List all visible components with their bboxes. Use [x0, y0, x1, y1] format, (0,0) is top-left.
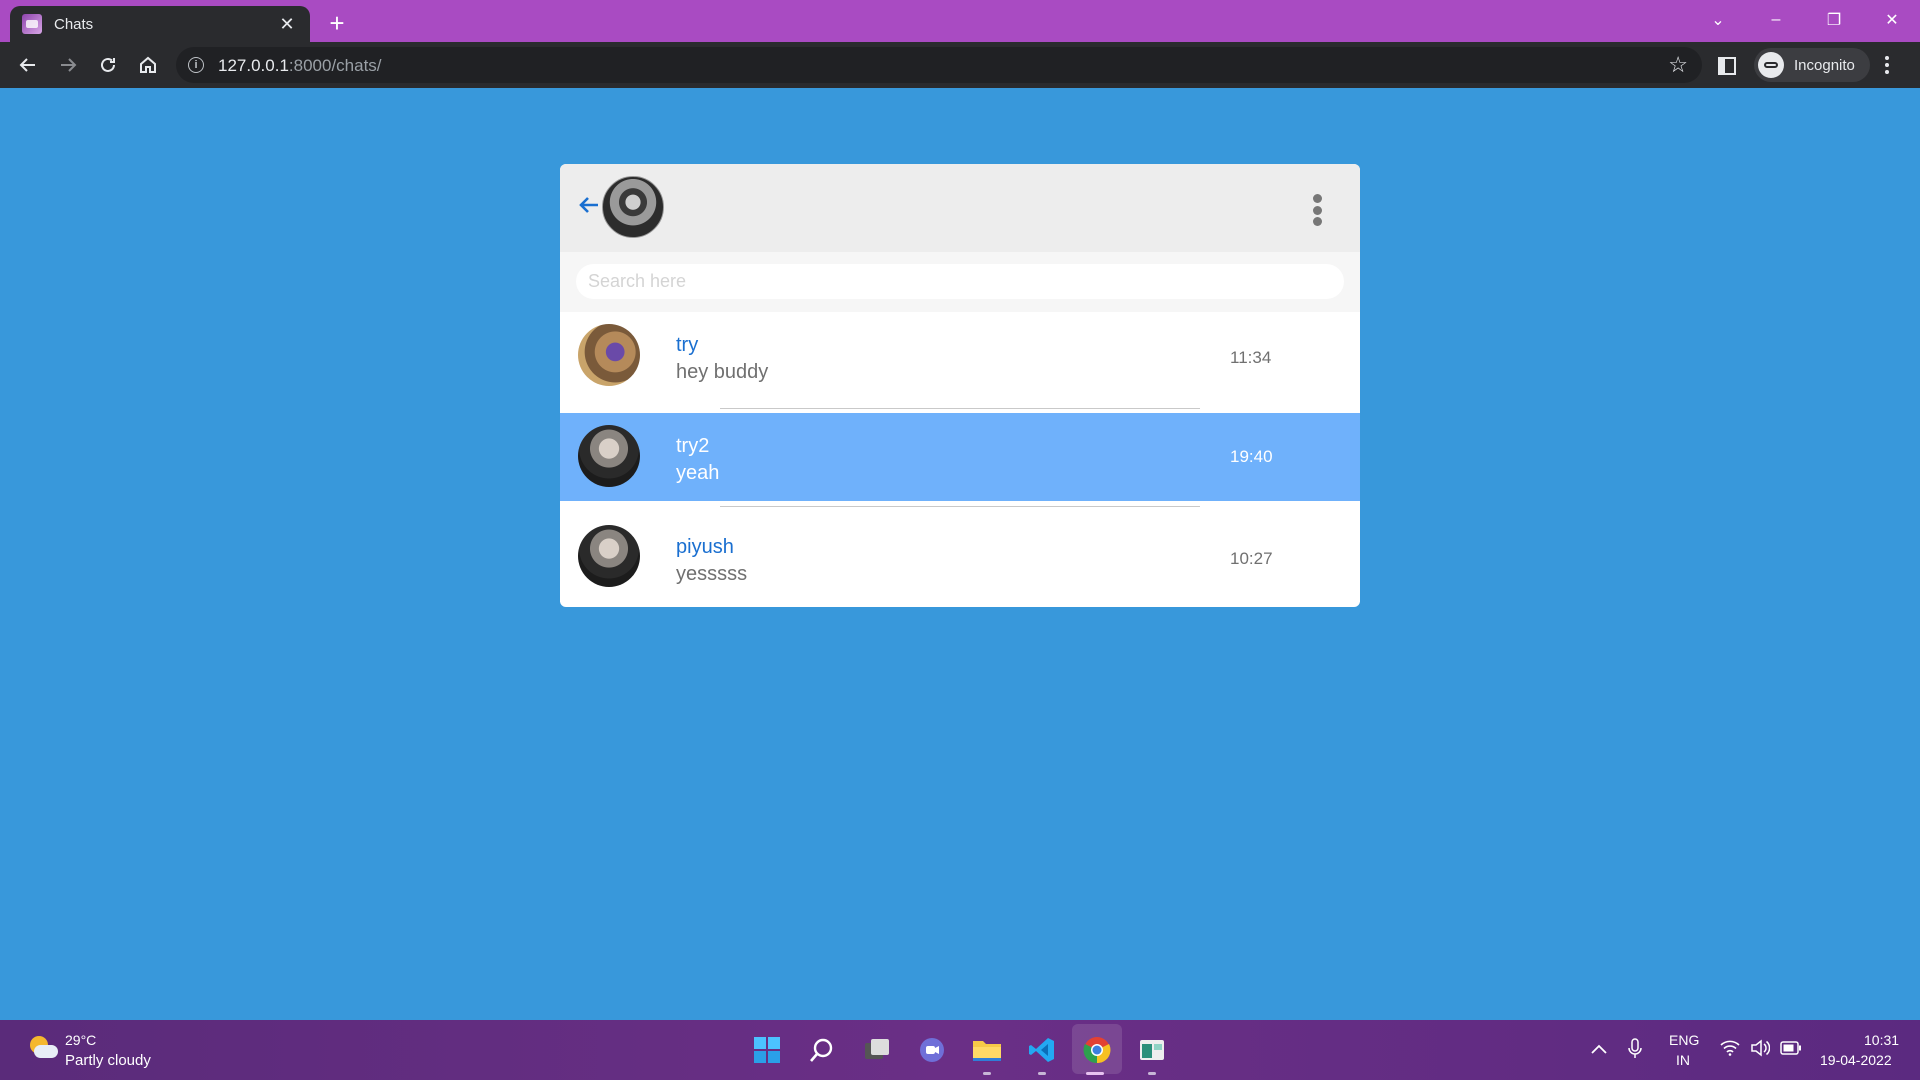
clock-date[interactable]: 19-04-2022	[1820, 1052, 1892, 1068]
chat-list-item[interactable]: try hey buddy 11:34	[560, 312, 1360, 413]
weather-description[interactable]: Partly cloudy	[65, 1052, 151, 1069]
taskbar: 29°C Partly cloudy ENG IN 10:31 19-04-20…	[0, 1020, 1920, 1080]
show-hidden-icons-icon[interactable]	[1590, 1042, 1608, 1060]
chat-list-header	[560, 164, 1360, 252]
minimize-button[interactable]: –	[1748, 0, 1804, 40]
side-panel-icon[interactable]	[1718, 57, 1736, 75]
incognito-icon	[1758, 52, 1784, 78]
new-tab-button[interactable]: +	[322, 8, 352, 38]
more-options-icon[interactable]	[1310, 194, 1324, 226]
chat-time: 11:34	[1230, 348, 1272, 367]
chrome-icon[interactable]	[1081, 1034, 1113, 1066]
back-arrow-icon[interactable]	[576, 192, 602, 218]
weather-icon[interactable]	[26, 1034, 58, 1060]
incognito-label: Incognito	[1794, 56, 1855, 74]
task-view-icon[interactable]	[861, 1034, 893, 1066]
divider	[720, 408, 1200, 409]
browser-tabstrip: Chats ✕ + ⌄ – ❐ ✕	[0, 0, 1920, 42]
restore-button[interactable]: ❐	[1806, 0, 1862, 40]
avatar	[578, 324, 640, 386]
weather-temperature[interactable]: 29°C	[65, 1032, 96, 1048]
battery-icon[interactable]	[1780, 1041, 1802, 1060]
forward-icon[interactable]	[52, 49, 84, 81]
browser-menu-icon[interactable]	[1884, 55, 1890, 75]
divider	[720, 506, 1200, 507]
tab-title: Chats	[54, 15, 94, 33]
start-icon[interactable]	[751, 1034, 783, 1066]
tab-close-icon[interactable]: ✕	[276, 13, 298, 35]
site-info-icon[interactable]: i	[188, 57, 204, 73]
incognito-profile-button[interactable]: Incognito	[1754, 48, 1870, 82]
teams-icon[interactable]	[916, 1034, 948, 1066]
search-input[interactable]	[576, 264, 1344, 299]
chat-last-message: hey buddy	[676, 361, 769, 383]
browser-tab-chats[interactable]: Chats ✕	[10, 6, 310, 42]
file-explorer-icon[interactable]	[971, 1034, 1003, 1066]
chat-time: 19:40	[1230, 447, 1273, 466]
address-bar[interactable]: i 127.0.0.1:8000/chats/ ☆	[176, 47, 1702, 83]
app-active-indicator	[1086, 1072, 1104, 1075]
app-running-indicator	[983, 1072, 991, 1075]
language-indicator[interactable]: ENG	[1669, 1032, 1699, 1048]
avatar	[578, 525, 640, 587]
chat-name: try2	[676, 435, 710, 457]
search-bar	[560, 252, 1360, 312]
app-running-indicator	[1148, 1072, 1156, 1075]
chat-last-message: yeah	[676, 462, 720, 484]
clock-time[interactable]: 10:31	[1864, 1032, 1899, 1048]
language-region[interactable]: IN	[1676, 1052, 1690, 1068]
tab-search-icon[interactable]: ⌄	[1690, 0, 1746, 40]
reload-icon[interactable]	[92, 49, 124, 81]
vscode-icon[interactable]	[1026, 1034, 1058, 1066]
browser-toolbar: i 127.0.0.1:8000/chats/ ☆ Incognito	[0, 42, 1920, 88]
chat-time: 10:27	[1230, 549, 1273, 568]
chat-name: piyush	[676, 536, 734, 558]
profile-avatar[interactable]	[602, 176, 664, 238]
home-icon[interactable]	[132, 49, 164, 81]
app-running-indicator	[1038, 1072, 1046, 1075]
favicon-icon	[22, 14, 42, 34]
chat-name: try	[676, 334, 699, 356]
app-icon[interactable]	[1136, 1034, 1168, 1066]
chat-last-message: yesssss	[676, 563, 748, 585]
back-icon[interactable]	[12, 49, 44, 81]
close-window-button[interactable]: ✕	[1864, 0, 1920, 40]
wifi-icon[interactable]	[1720, 1040, 1740, 1061]
chat-list-card: try hey buddy 11:34 try2 yeah 19:40 piyu…	[560, 164, 1360, 607]
chat-list-item[interactable]: piyush yesssss 10:27	[560, 501, 1360, 602]
microphone-icon[interactable]	[1628, 1038, 1642, 1065]
chat-list-item-active[interactable]: try2 yeah 19:40	[560, 413, 1360, 501]
volume-icon[interactable]	[1750, 1039, 1771, 1062]
search-icon[interactable]	[806, 1034, 838, 1066]
url-text: 127.0.0.1:8000/chats/	[218, 56, 382, 75]
bookmark-star-icon[interactable]: ☆	[1668, 52, 1688, 78]
avatar	[578, 425, 640, 487]
